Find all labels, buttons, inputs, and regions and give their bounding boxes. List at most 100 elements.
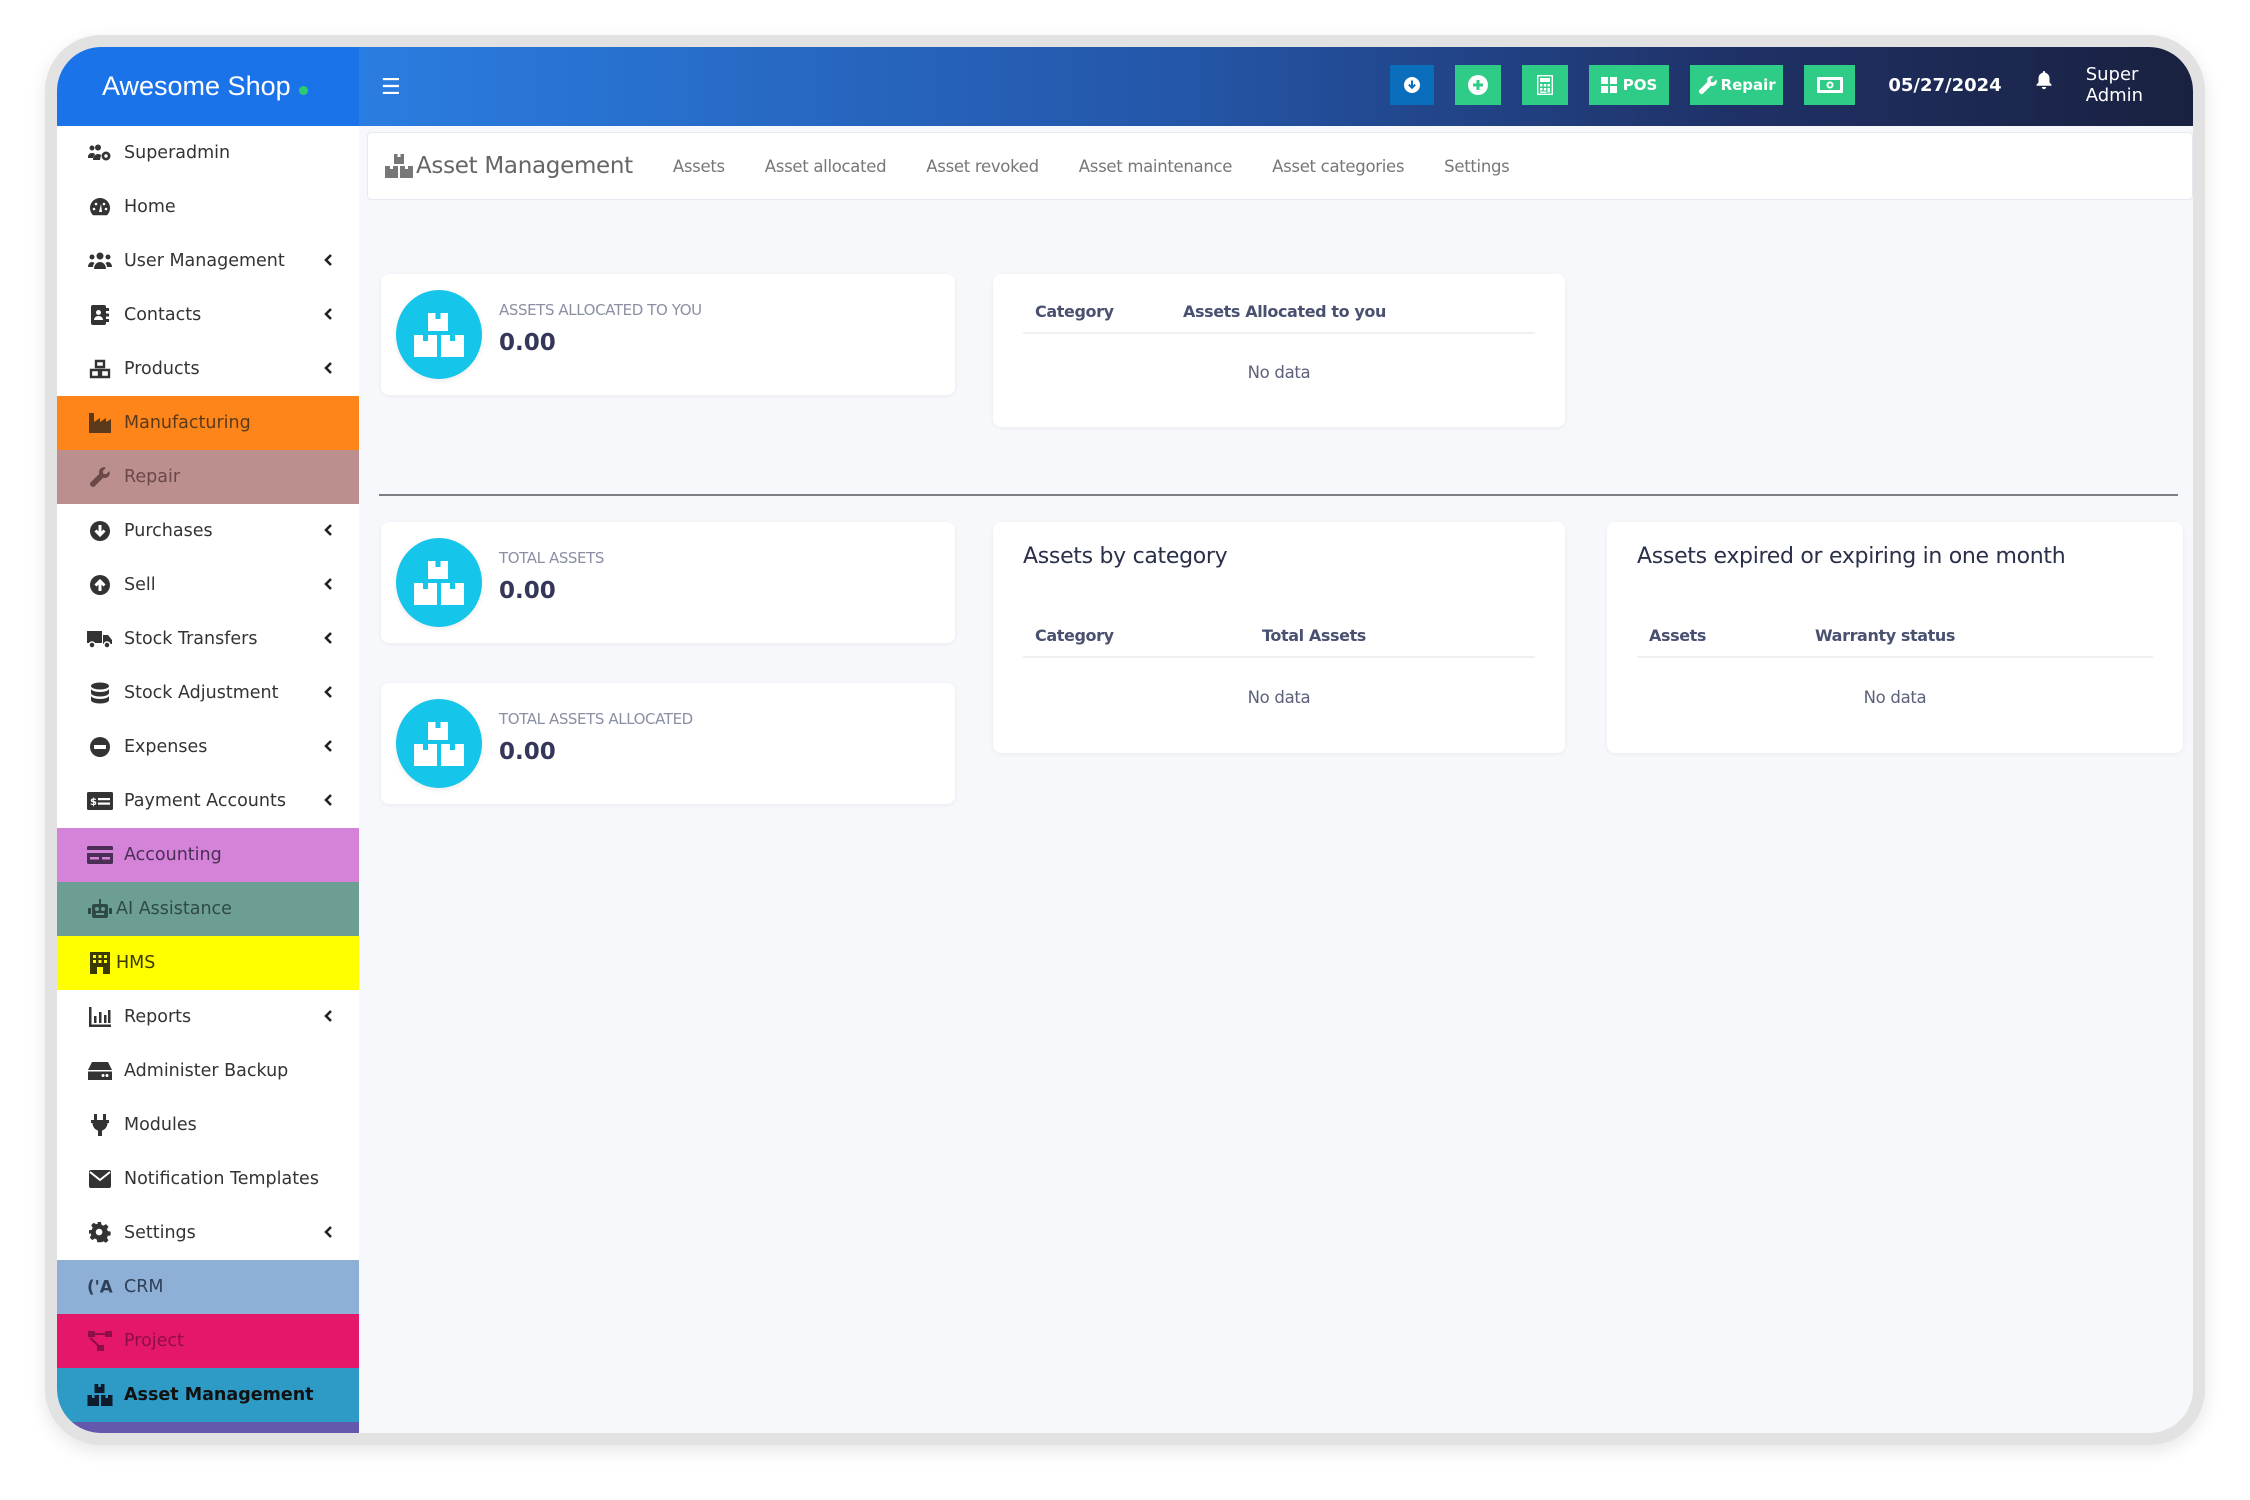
stat-card-total-assets-allocated: TOTAL ASSETS ALLOCATED 0.00 [381, 683, 955, 804]
sidebar-item-settings[interactable]: Settings [57, 1206, 359, 1260]
column-header-category[interactable]: Category [1035, 302, 1114, 321]
chart-bar-icon [87, 1006, 113, 1028]
pos-button[interactable]: POS [1589, 65, 1669, 105]
plus-circle-icon [1467, 75, 1488, 95]
sidebar-item-superadmin[interactable]: Superadmin [57, 126, 359, 180]
sidebar-item-user-management[interactable]: User Management [57, 234, 359, 288]
column-header-category[interactable]: Category [1035, 626, 1114, 645]
repair-button-label: Repair [1720, 76, 1776, 94]
stat-title: TOTAL ASSETS [499, 549, 605, 567]
cog-icon [87, 1222, 113, 1244]
sidebar-item-expenses[interactable]: Expenses [57, 720, 359, 774]
column-header-assets-allocated[interactable]: Assets Allocated to you [1183, 302, 1386, 321]
column-header-total-assets[interactable]: Total Assets [1262, 626, 1366, 645]
stat-value: 0.00 [499, 578, 556, 604]
robot-icon [87, 898, 113, 920]
empty-table-message: No data [1863, 688, 1927, 707]
sidebar-nav: Superadmin Home User Management Contacts Pro… [57, 126, 359, 1433]
add-button[interactable] [1454, 65, 1501, 105]
allocated-to-you-table-card: Category Assets Allocated to you No data [993, 274, 1565, 427]
calculator-button[interactable] [1521, 65, 1569, 105]
section-divider [379, 494, 2178, 496]
sidebar-item-reports[interactable]: Reports [57, 990, 359, 1044]
stat-card-total-assets: TOTAL ASSETS 0.00 [381, 522, 955, 643]
sidebar-item-modules[interactable]: Modules [57, 1098, 359, 1152]
table-header: Assets Warranty status [1637, 610, 2153, 658]
chevron-left-icon [324, 794, 332, 806]
sidebar-item-notification-templates[interactable]: Notification Templates [57, 1152, 359, 1206]
wrench-icon [1698, 76, 1717, 95]
sidebar-item-contacts[interactable]: Contacts [57, 288, 359, 342]
sidebar-item-label: Manufacturing [124, 413, 251, 433]
sidebar-item-label: Superadmin [124, 143, 231, 163]
cubes-icon [87, 358, 113, 380]
app-window: Awesome Shop ☰ POS Repair 05/27/2024 Sup… [57, 47, 2193, 1433]
sidebar-item-asset-management[interactable]: Asset Management [57, 1368, 359, 1422]
sidebar-item-hms[interactable]: HMS [57, 936, 359, 990]
main-content: Asset Management Assets Asset allocated … [359, 126, 2193, 1433]
tab-asset-revoked[interactable]: Asset revoked [926, 157, 1039, 176]
sidebar-item-repair[interactable]: Repair [57, 450, 359, 504]
sidebar-item-label: Sell [124, 575, 156, 595]
sidebar-item-home[interactable]: Home [57, 180, 359, 234]
top-navbar: ☰ POS Repair 05/27/2024 Super Admin [359, 47, 2193, 126]
chevron-left-icon [324, 524, 332, 536]
module-title-link[interactable]: Asset Management [385, 153, 633, 179]
calculator-icon [1537, 75, 1554, 95]
sidebar-item-label: Expenses [124, 737, 208, 757]
sidebar-item-crm[interactable]: ('A') CRM [57, 1260, 359, 1314]
sidebar-item-project[interactable]: Project [57, 1314, 359, 1368]
sidebar-item-more[interactable] [57, 1422, 359, 1433]
sidebar-item-label: Modules [124, 1115, 197, 1135]
module-tabbar: Asset Management Assets Asset allocated … [367, 132, 2193, 200]
notifications-button[interactable] [2036, 71, 2052, 95]
repair-button[interactable]: Repair [1689, 65, 1784, 105]
user-menu[interactable]: Super Admin [2086, 64, 2193, 106]
sidebar-item-label: Repair [124, 467, 181, 487]
chevron-left-icon [324, 632, 332, 644]
sidebar-item-products[interactable]: Products [57, 342, 359, 396]
tab-asset-categories[interactable]: Asset categories [1272, 157, 1404, 176]
sidebar-item-purchases[interactable]: Purchases [57, 504, 359, 558]
sidebar-item-label: Purchases [124, 521, 213, 541]
sidebar-item-label: Stock Adjustment [124, 683, 279, 703]
chevron-left-icon [324, 578, 332, 590]
tab-assets[interactable]: Assets [673, 157, 725, 176]
tab-asset-allocated[interactable]: Asset allocated [765, 157, 887, 176]
cash-register-button[interactable] [1804, 65, 1856, 105]
hdd-icon [87, 1060, 113, 1082]
sidebar-item-payment-accounts[interactable]: $ Payment Accounts [57, 774, 359, 828]
tab-asset-maintenance[interactable]: Asset maintenance [1079, 157, 1233, 176]
sidebar-item-stock-adjustment[interactable]: Stock Adjustment [57, 666, 359, 720]
column-header-warranty-status[interactable]: Warranty status [1815, 626, 1955, 645]
sidebar-item-administer-backup[interactable]: Administer Backup [57, 1044, 359, 1098]
wrench-icon [87, 466, 113, 488]
hamburger-icon[interactable]: ☰ [381, 74, 401, 100]
sidebar-item-label: Project [124, 1331, 184, 1351]
column-header-assets[interactable]: Assets [1649, 626, 1706, 645]
sidebar-item-accounting[interactable]: Accounting [57, 828, 359, 882]
sidebar-item-label: Payment Accounts [124, 791, 286, 811]
svg-text:$: $ [90, 797, 97, 808]
tab-settings[interactable]: Settings [1444, 157, 1510, 176]
sidebar-item-label: Products [124, 359, 200, 379]
assets-expiring-card: Assets expired or expiring in one month … [1607, 522, 2183, 753]
users-icon [87, 250, 113, 272]
sidebar-item-sell[interactable]: Sell [57, 558, 359, 612]
card-title: Assets expired or expiring in one month [1637, 544, 2066, 569]
sidebar-item-ai-assistance[interactable]: AI Assistance [57, 882, 359, 936]
sidebar-item-stock-transfers[interactable]: Stock Transfers [57, 612, 359, 666]
sidebar-item-manufacturing[interactable]: Manufacturing [57, 396, 359, 450]
brand-logo[interactable]: Awesome Shop [57, 47, 359, 126]
svg-text:('A'): ('A') [87, 1277, 113, 1297]
download-button[interactable] [1390, 65, 1434, 105]
money-bill-icon [1816, 77, 1843, 93]
stat-value: 0.00 [499, 330, 556, 356]
card-title: Assets by category [1023, 544, 1228, 569]
credit-card-icon [87, 844, 113, 866]
chevron-left-icon [324, 740, 332, 752]
chevron-left-icon [324, 308, 332, 320]
sidebar-item-label: AI Assistance [116, 899, 232, 919]
assets-by-category-card: Assets by category Category Total Assets… [993, 522, 1565, 753]
address-book-icon [87, 304, 113, 326]
